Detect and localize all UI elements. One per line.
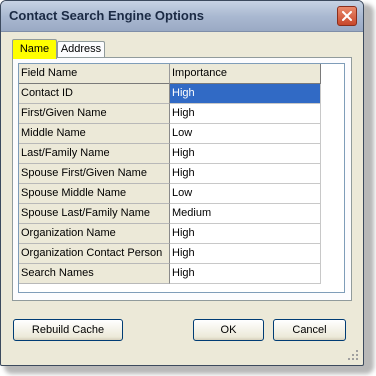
table-row: Organization Name High (19, 224, 321, 244)
table-row: First/Given Name High (19, 104, 321, 124)
column-header-field-name[interactable]: Field Name (19, 64, 170, 84)
column-header-importance[interactable]: Importance (170, 64, 321, 84)
importance-cell[interactable]: High (170, 264, 321, 284)
field-name-cell: Search Names (19, 264, 170, 284)
table-row: Search Names High (19, 264, 321, 284)
tab-panel: Field Name Importance Contact ID High Fi… (12, 57, 352, 301)
table-row: Spouse Middle Name Low (19, 184, 321, 204)
title-bar[interactable]: Contact Search Engine Options (1, 1, 363, 32)
importance-cell[interactable]: High (170, 84, 321, 104)
field-name-cell: Last/Family Name (19, 144, 170, 164)
cancel-button[interactable]: Cancel (273, 319, 346, 341)
table-row: Last/Family Name High (19, 144, 321, 164)
dialog-window: Contact Search Engine Options Name Addre… (0, 0, 364, 366)
fields-grid: Field Name Importance Contact ID High Fi… (18, 63, 345, 293)
importance-cell[interactable]: High (170, 144, 321, 164)
field-name-cell: Spouse Middle Name (19, 184, 170, 204)
table-row: Contact ID High (19, 84, 321, 104)
table-row: Spouse First/Given Name High (19, 164, 321, 184)
importance-cell[interactable]: Low (170, 184, 321, 204)
grid-header-row: Field Name Importance (19, 64, 321, 84)
rebuild-cache-button[interactable]: Rebuild Cache (13, 319, 123, 341)
importance-cell[interactable]: High (170, 244, 321, 264)
tab-name[interactable]: Name (12, 39, 57, 59)
table-row: Spouse Last/Family Name Medium (19, 204, 321, 224)
table-row: Middle Name Low (19, 124, 321, 144)
table-row: Organization Contact Person High (19, 244, 321, 264)
field-name-cell: Middle Name (19, 124, 170, 144)
close-button[interactable] (337, 6, 357, 26)
field-name-cell: Organization Name (19, 224, 170, 244)
importance-cell[interactable]: High (170, 224, 321, 244)
importance-cell[interactable]: High (170, 104, 321, 124)
field-name-cell: Spouse First/Given Name (19, 164, 170, 184)
close-icon (342, 11, 352, 21)
importance-cell[interactable]: High (170, 164, 321, 184)
field-name-cell: Spouse Last/Family Name (19, 204, 170, 224)
importance-cell[interactable]: Low (170, 124, 321, 144)
field-name-cell: First/Given Name (19, 104, 170, 124)
importance-cell[interactable]: Medium (170, 204, 321, 224)
window-title: Contact Search Engine Options (9, 8, 205, 23)
ok-button[interactable]: OK (193, 319, 264, 341)
field-name-cell: Organization Contact Person (19, 244, 170, 264)
field-name-cell: Contact ID (19, 84, 170, 104)
resize-grip-icon[interactable] (347, 349, 359, 361)
tab-address[interactable]: Address (57, 41, 105, 58)
